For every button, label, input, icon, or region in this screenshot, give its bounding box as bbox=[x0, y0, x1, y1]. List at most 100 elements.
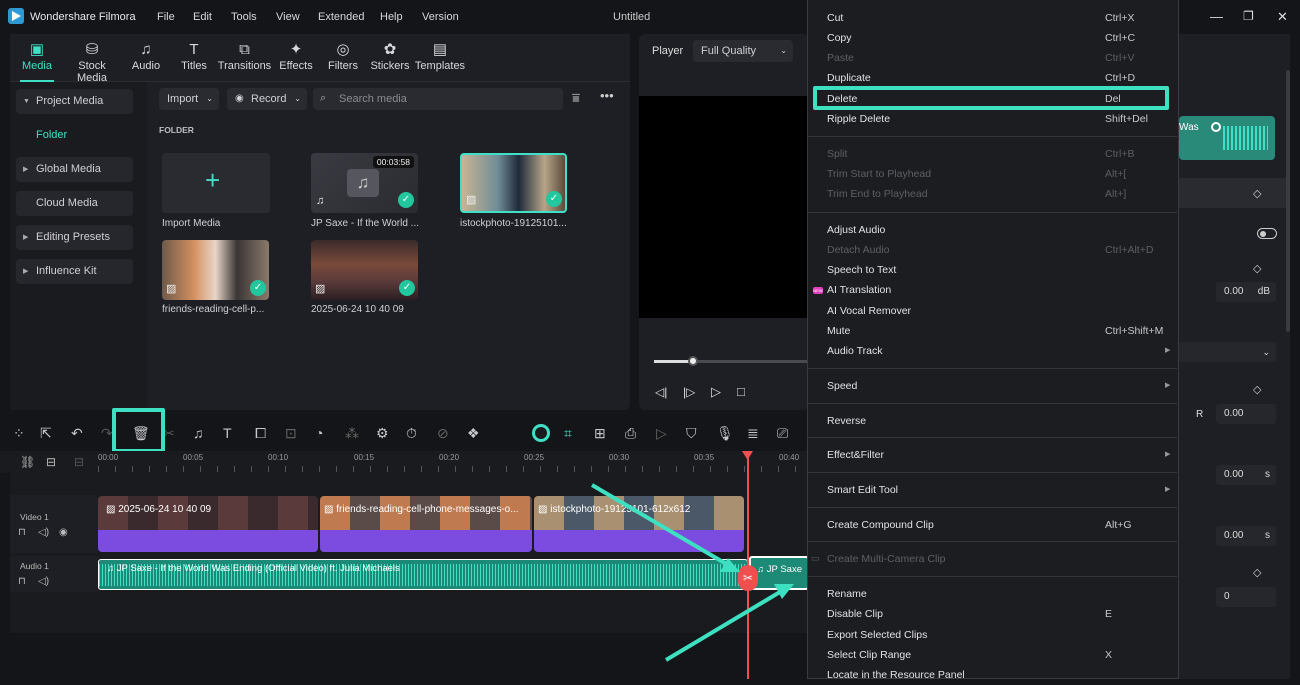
prev-frame-icon[interactable]: ◁| bbox=[655, 385, 667, 399]
tab-stickers[interactable]: ✿ Stickers bbox=[363, 40, 417, 72]
menu-item-ai-translation[interactable]: AI Translation bbox=[827, 284, 1157, 300]
rain-media-tile[interactable]: ▨ ✓ bbox=[311, 240, 418, 300]
menu-item-audio-track[interactable]: Audio Track ▶ bbox=[827, 345, 1170, 361]
sidebar-cloud-media[interactable]: Cloud Media bbox=[16, 191, 133, 216]
menu-item-duplicate[interactable]: Duplicate Ctrl+D bbox=[827, 72, 1157, 88]
sidebar-folder[interactable]: Folder bbox=[16, 123, 133, 148]
layout-grid-icon[interactable]: ⁘ bbox=[13, 425, 25, 442]
menu-tools[interactable]: Tools bbox=[231, 11, 257, 23]
effects-track-icon[interactable]: ❖ bbox=[467, 425, 480, 442]
shield-icon[interactable]: ⛉ bbox=[686, 425, 697, 442]
tab-templates[interactable]: ▤ Templates bbox=[411, 40, 469, 72]
filter-icon[interactable]: ⩸ bbox=[572, 90, 580, 106]
stop-icon[interactable]: □ bbox=[737, 384, 745, 399]
menu-item-adjust-audio[interactable]: Adjust Audio bbox=[827, 224, 1157, 240]
sidebar-global-media[interactable]: ▶ Global Media bbox=[16, 157, 133, 182]
mask-icon[interactable]: ⊡ bbox=[285, 425, 297, 442]
minimize-icon[interactable]: — bbox=[1210, 9, 1223, 24]
menu-item-effect-filter[interactable]: Effect&Filter ▶ bbox=[827, 449, 1170, 465]
property-dropdown[interactable]: ⌄ bbox=[1179, 342, 1276, 362]
audio-edit-icon[interactable]: ♫ bbox=[193, 425, 204, 441]
tab-audio[interactable]: ♫ Audio bbox=[119, 40, 173, 72]
menu-item-ai-vocal-remover[interactable]: AI Vocal Remover bbox=[827, 305, 1157, 321]
property-scrollbar[interactable] bbox=[1286, 70, 1290, 332]
tab-transitions[interactable]: ⧉ Transitions bbox=[217, 40, 272, 72]
sidebar-editing-presets[interactable]: ▶ Editing Presets bbox=[16, 225, 133, 250]
menu-item-export-selected-clips[interactable]: Export Selected Clips bbox=[827, 629, 1157, 645]
color-icon[interactable]: ⁂ bbox=[345, 425, 359, 442]
menu-item-rename[interactable]: Rename bbox=[827, 588, 1157, 604]
menu-item-cut[interactable]: Cut Ctrl+X bbox=[827, 12, 1157, 28]
menu-item-mute[interactable]: Mute Ctrl+Shift+M bbox=[827, 325, 1163, 341]
player-scrubber-handle[interactable] bbox=[687, 356, 698, 366]
microphone-icon[interactable]: 🎙 bbox=[716, 425, 734, 442]
crop-icon[interactable]: ⧠ bbox=[255, 425, 266, 442]
link-icon[interactable]: ⛓ bbox=[20, 455, 35, 469]
speaker-icon[interactable]: ◁) bbox=[38, 527, 49, 538]
close-icon[interactable]: ✕ bbox=[1277, 9, 1288, 25]
play-icon[interactable]: ▷ bbox=[711, 384, 721, 400]
fade-in-value-input[interactable]: 0.00 s bbox=[1216, 465, 1276, 485]
quality-select[interactable]: Full Quality ⌄ bbox=[693, 40, 793, 62]
search-input[interactable]: Search media bbox=[313, 88, 563, 110]
menu-version[interactable]: Version bbox=[422, 11, 459, 23]
menu-help[interactable]: Help bbox=[380, 11, 403, 23]
snapshot-icon[interactable]: ⎙ bbox=[625, 425, 636, 442]
text-to-speech-icon[interactable]: ≣ bbox=[747, 425, 759, 442]
menu-item-ripple-delete[interactable]: Ripple Delete Shift+Del bbox=[827, 113, 1157, 129]
eye-icon[interactable]: ◉ bbox=[59, 527, 68, 538]
ai-tools-icon[interactable]: ⚙ bbox=[376, 425, 389, 442]
keyframe-diamond-icon[interactable]: ◇ bbox=[1253, 187, 1261, 200]
menu-item-speed[interactable]: Speed ▶ bbox=[827, 380, 1170, 396]
audio-media-tile[interactable]: ♫ 00:03:58 ♫ ✓ bbox=[311, 153, 418, 213]
menu-file[interactable]: File bbox=[157, 11, 175, 23]
menu-item-select-clip-range[interactable]: Select Clip Range X bbox=[827, 649, 1157, 665]
menu-item-reverse[interactable]: Reverse bbox=[827, 415, 1157, 431]
lock-icon[interactable]: ⊓ bbox=[18, 576, 26, 587]
pitch-value-input[interactable]: 0 bbox=[1216, 587, 1276, 607]
menu-item-copy[interactable]: Copy Ctrl+C bbox=[827, 32, 1157, 48]
add-track-icon[interactable]: ⊟ bbox=[46, 455, 56, 469]
redo-icon[interactable]: ↷ bbox=[101, 425, 113, 442]
fade-out-value-input[interactable]: 0.00 s bbox=[1216, 526, 1276, 546]
tab-filters[interactable]: ◎ Filters bbox=[316, 40, 370, 72]
tab-media[interactable]: ▣ Media bbox=[10, 40, 64, 72]
sidebar-influence-kit[interactable]: ▶ Influence Kit bbox=[16, 259, 133, 284]
menu-item-delete[interactable]: Delete Del bbox=[827, 93, 1157, 109]
auto-beat-icon[interactable]: ⊞ bbox=[594, 425, 606, 442]
snap-icon[interactable]: ⌗ bbox=[564, 425, 572, 442]
more-icon[interactable]: ••• bbox=[600, 88, 614, 103]
balance-value-input[interactable]: 0.00 bbox=[1216, 404, 1276, 424]
menu-view[interactable]: View bbox=[276, 11, 300, 23]
play-range-icon[interactable]: ▷ bbox=[656, 425, 667, 442]
text-tool-icon[interactable]: T bbox=[223, 425, 232, 441]
render-preview-button[interactable] bbox=[532, 424, 550, 442]
undo-icon[interactable]: ↶ bbox=[71, 425, 83, 442]
maximize-icon[interactable]: ❐ bbox=[1243, 9, 1254, 23]
menu-item-smart-edit-tool[interactable]: Smart Edit Tool ▶ bbox=[827, 484, 1170, 500]
stabilize-icon[interactable]: ⊘ bbox=[437, 425, 449, 442]
lock-icon[interactable]: ⊓ bbox=[18, 527, 26, 538]
menu-item-locate-in-the-resource-panel[interactable]: Locate in the Resource Panel bbox=[827, 669, 1157, 685]
record-button[interactable]: ◉ Record ⌄ bbox=[227, 88, 307, 110]
timer-icon[interactable]: ⏱ bbox=[406, 425, 417, 442]
keyframe-diamond-icon[interactable]: ◇ bbox=[1253, 262, 1261, 275]
speed-icon[interactable]: ◔ bbox=[315, 425, 323, 441]
video-clip[interactable]: ▨ 2025-06-24 10 40 09 bbox=[98, 496, 318, 552]
volume-value-input[interactable]: 0.00 dB bbox=[1216, 282, 1276, 302]
import-button[interactable]: Import ⌄ bbox=[159, 88, 219, 110]
video-clip[interactable]: ▨ friends-reading-cell-phone-messages-o.… bbox=[320, 496, 532, 552]
speaker-icon[interactable]: ◁) bbox=[38, 576, 49, 587]
menu-edit[interactable]: Edit bbox=[193, 11, 212, 23]
keyframe-diamond-icon[interactable]: ◇ bbox=[1253, 566, 1261, 579]
istock-media-tile[interactable]: ▨ ✓ bbox=[460, 153, 567, 213]
sidebar-project-media[interactable]: ▼ Project Media bbox=[16, 89, 133, 114]
menu-item-disable-clip[interactable]: Disable Clip E bbox=[827, 608, 1157, 624]
import-media-tile[interactable]: + bbox=[162, 153, 270, 213]
toggle-switch[interactable] bbox=[1257, 228, 1277, 239]
tab-titles[interactable]: T Titles bbox=[167, 40, 221, 72]
menu-item-create-compound-clip[interactable]: Create Compound Clip Alt+G bbox=[827, 519, 1157, 535]
friends-media-tile[interactable]: ▨ ✓ bbox=[162, 240, 269, 300]
menu-item-speech-to-text[interactable]: Speech to Text bbox=[827, 264, 1157, 280]
tab-stock-media[interactable]: ⛁ Stock Media bbox=[62, 40, 122, 84]
